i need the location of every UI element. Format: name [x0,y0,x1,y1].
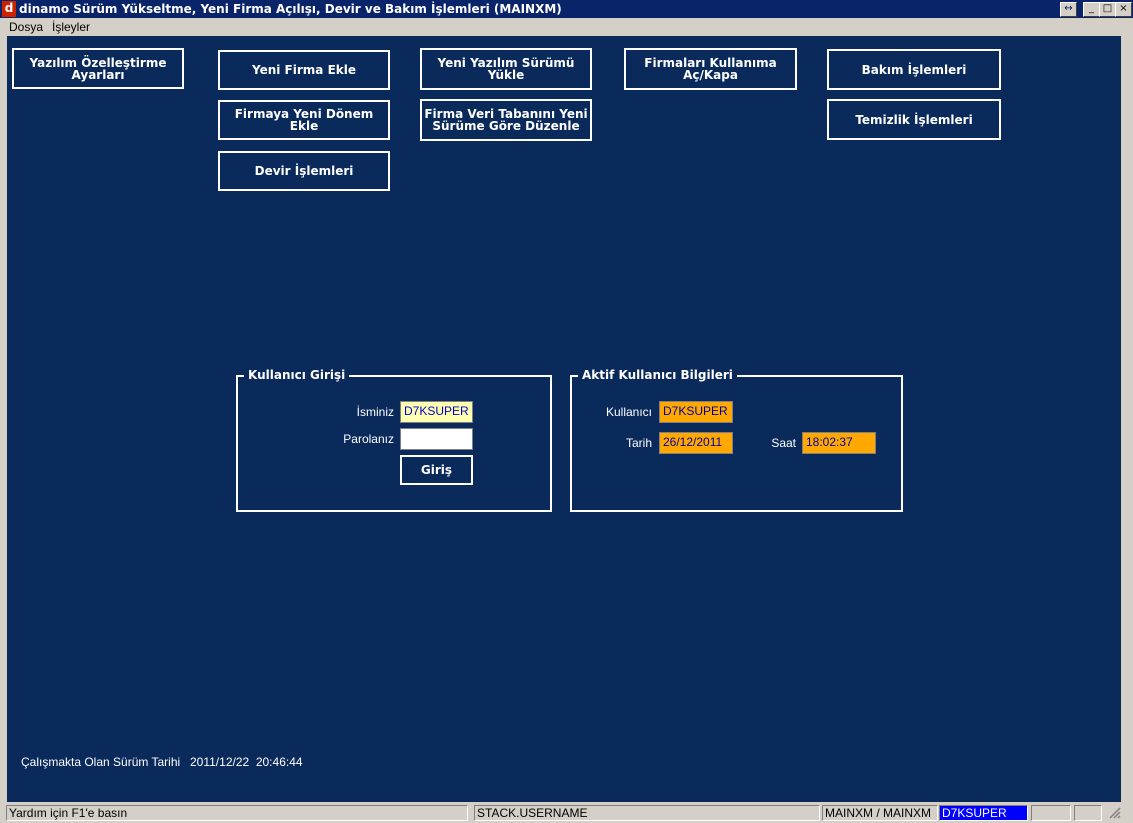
status-database: MAINXM / MAINXM [822,805,938,821]
active-user-group-title: Aktif Kullanıcı Bilgileri [578,368,737,382]
status-user-badge: D7KSUPER [939,805,1028,821]
app-logo-icon: d [2,1,16,17]
password-field[interactable] [400,428,473,450]
window-title: dinamo Sürüm Yükseltme, Yeni Firma Açılı… [19,2,562,16]
user-field: D7KSUPER [659,401,733,423]
login-group-title: Kullanıcı Girişi [244,368,350,382]
menu-dosya[interactable]: Dosya [9,20,43,34]
version-value: 2011/12/22 20:46:44 [190,755,303,769]
menu-bar: Dosya İşleyler [0,18,1133,36]
yeni-yazilim-surumu-yukle-button[interactable]: Yeni Yazılım Sürümü Yükle [420,48,592,90]
version-label: Çalışmakta Olan Sürüm Tarihi [21,755,181,769]
time-label: Saat [771,436,796,450]
time-field: 18:02:37 [802,432,876,454]
status-empty-panel-2 [1074,805,1102,821]
close-button[interactable]: × [1115,2,1132,17]
resize-grip-icon[interactable] [1105,805,1127,821]
login-group: Kullanıcı Girişi İsminiz D7KSUPER Parola… [236,368,552,512]
user-label: Kullanıcı [605,405,652,419]
password-label: Parolanız [343,432,394,446]
status-username: STACK.USERNAME [474,805,820,821]
resize-icon[interactable]: ↔ [1060,2,1077,17]
date-label: Tarih [625,436,652,450]
minimize-button[interactable]: _ [1083,2,1100,17]
status-bar: Yardım için F1'e basın STACK.USERNAME MA… [0,802,1133,823]
name-label: İsminiz [356,405,394,419]
bakim-islemleri-button[interactable]: Bakım İşlemleri [827,49,1001,90]
firmalari-kullanima-ac-kapa-button[interactable]: Firmaları Kullanıma Aç/Kapa [624,48,797,90]
giris-button[interactable]: Giriş [400,455,473,485]
title-bar: d dinamo Sürüm Yükseltme, Yeni Firma Açı… [0,0,1133,18]
status-help-text: Yardım için F1'e basın [6,805,468,821]
name-field[interactable]: D7KSUPER [400,401,473,423]
status-empty-panel-1 [1031,805,1071,821]
firma-veri-tabani-duzenle-button[interactable]: Firma Veri Tabanını Yeni Sürüme Göre Düz… [420,99,592,141]
temizlik-islemleri-button[interactable]: Temizlik İşlemleri [827,99,1001,140]
date-field: 26/12/2011 [659,432,733,454]
yeni-firma-ekle-button[interactable]: Yeni Firma Ekle [218,50,390,90]
main-panel: Yazılım Özelleştirme Ayarları Yeni Firma… [7,36,1121,802]
yazilim-ozellestirme-button[interactable]: Yazılım Özelleştirme Ayarları [12,48,184,89]
menu-isleyler[interactable]: İşleyler [52,20,90,34]
maximize-button[interactable]: □ [1099,2,1116,17]
active-user-group: Aktif Kullanıcı Bilgileri Kullanıcı D7KS… [570,368,903,512]
firmaya-yeni-donem-ekle-button[interactable]: Firmaya Yeni Dönem Ekle [218,100,390,140]
devir-islemleri-button[interactable]: Devir İşlemleri [218,151,390,191]
